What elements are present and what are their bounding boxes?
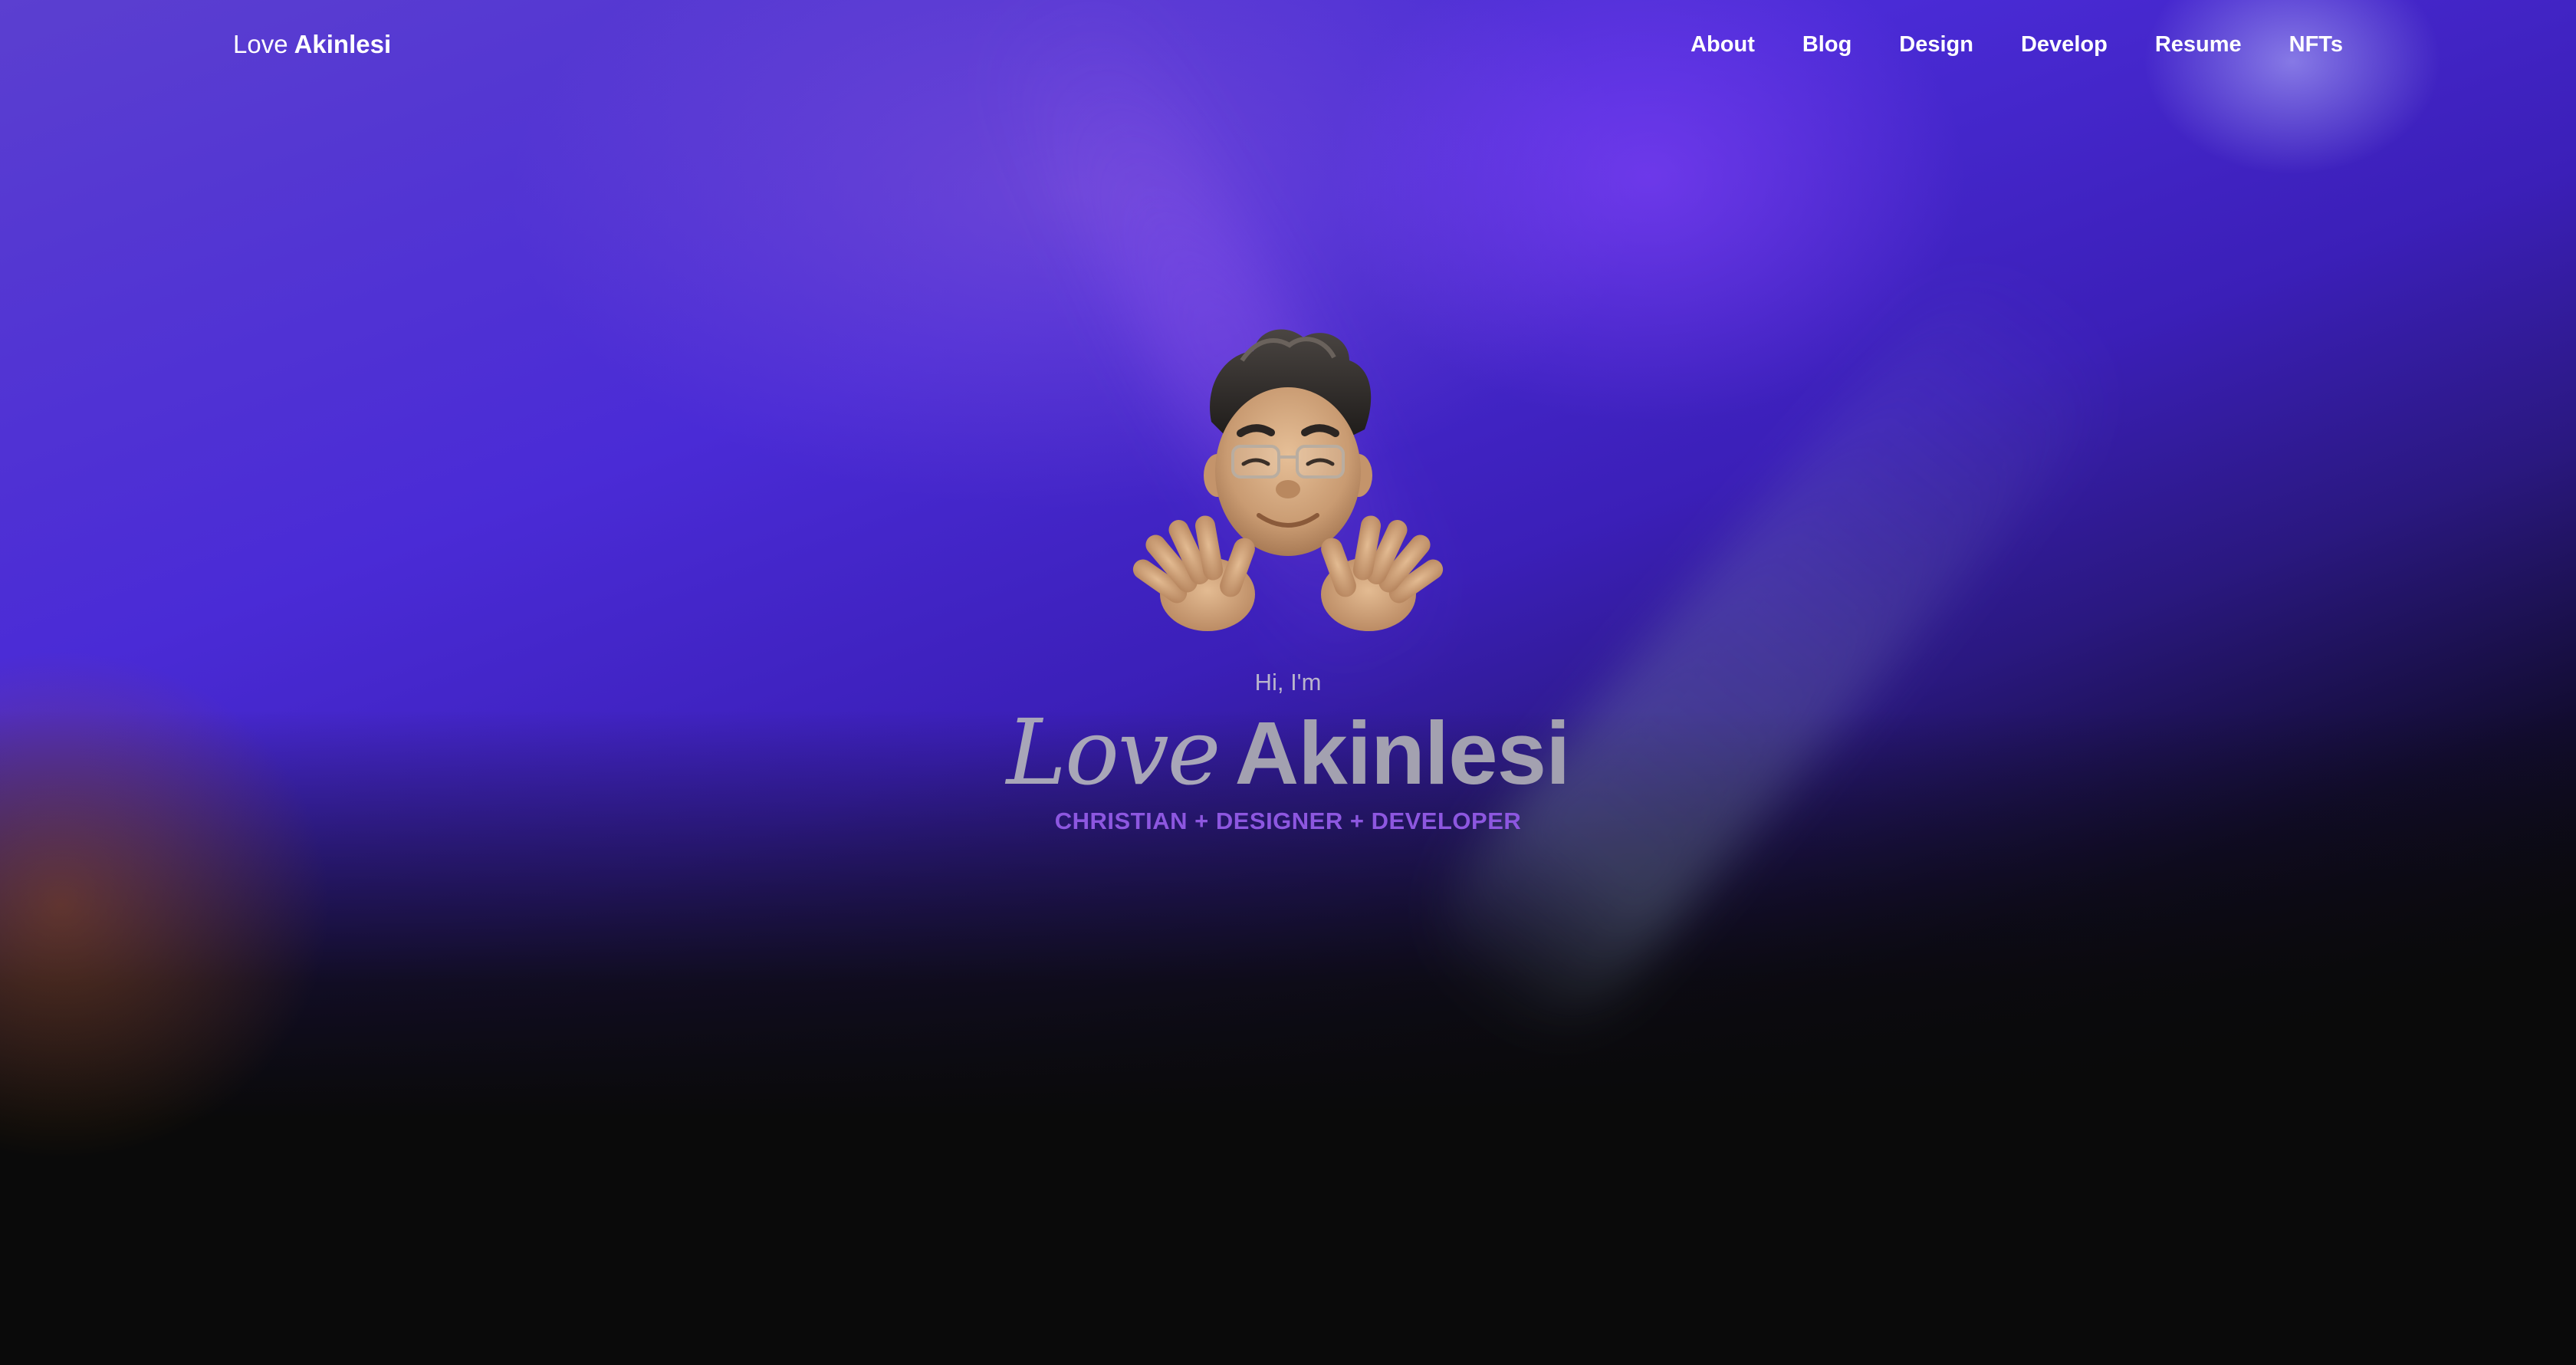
main-nav: About Blog Design Develop Resume NFTs [1643,29,2343,60]
nav-link-develop[interactable]: Develop [2021,29,2108,60]
hero-name: Love Akinlesi [0,702,2576,803]
nav-link-nfts[interactable]: NFTs [2289,29,2343,60]
site-header: Love Akinlesi About Blog Design Develop R… [0,0,2576,90]
nav-link-resume[interactable]: Resume [2155,29,2242,60]
brand-first-name: Love [233,30,288,58]
nav-link-about[interactable]: About [1691,29,1755,60]
nav-link-design[interactable]: Design [1899,29,1973,60]
hero-last-name: Akinlesi [1234,703,1571,803]
page: Love Akinlesi About Blog Design Develop R… [0,0,2576,1365]
hero-greeting: Hi, I'm [1254,669,1322,696]
waving-memoji-avatar-icon [1132,329,1444,631]
hero-first-name: Love [1006,699,1221,805]
nav-link-blog[interactable]: Blog [1802,29,1852,60]
brand-last-name: Akinlesi [294,30,392,58]
brand-logo-link[interactable]: Love Akinlesi [233,29,391,60]
hero-tagline: CHRISTIAN + DESIGNER + DEVELOPER [1054,807,1522,834]
hero-section: Hi, I'm Love Akinlesi CHRISTIAN + DESIGN… [0,307,2576,837]
